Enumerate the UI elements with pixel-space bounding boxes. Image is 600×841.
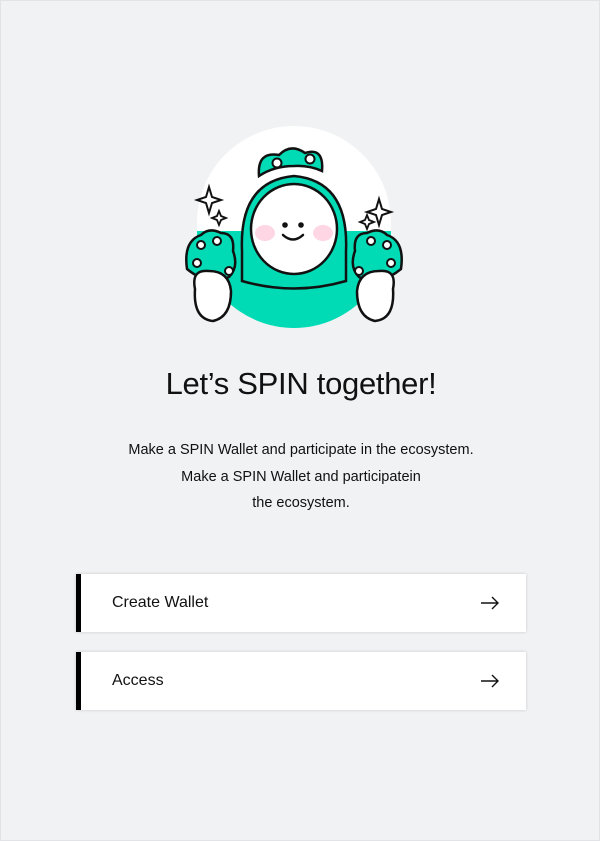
create-wallet-label: Create Wallet	[112, 594, 209, 611]
description-line-3: the ecosystem.	[252, 495, 350, 511]
create-wallet-button[interactable]: Create Wallet	[76, 574, 526, 632]
arrow-right-icon	[480, 596, 500, 610]
arrow-right-icon	[480, 674, 500, 688]
page-title: Let’s SPIN together!	[165, 366, 437, 401]
description-line-1: Make a SPIN Wallet and participate in th…	[128, 442, 474, 458]
access-button[interactable]: Access	[76, 652, 526, 710]
description-line-2: Make a SPIN Wallet and participatein	[181, 468, 421, 485]
mascot-illustration	[179, 121, 409, 331]
access-label: Access	[112, 672, 164, 689]
description: Make a SPIN Wallet and participate in th…	[1, 437, 600, 517]
welcome-page: Let’s SPIN together! Make a SPIN Wallet …	[0, 0, 600, 841]
